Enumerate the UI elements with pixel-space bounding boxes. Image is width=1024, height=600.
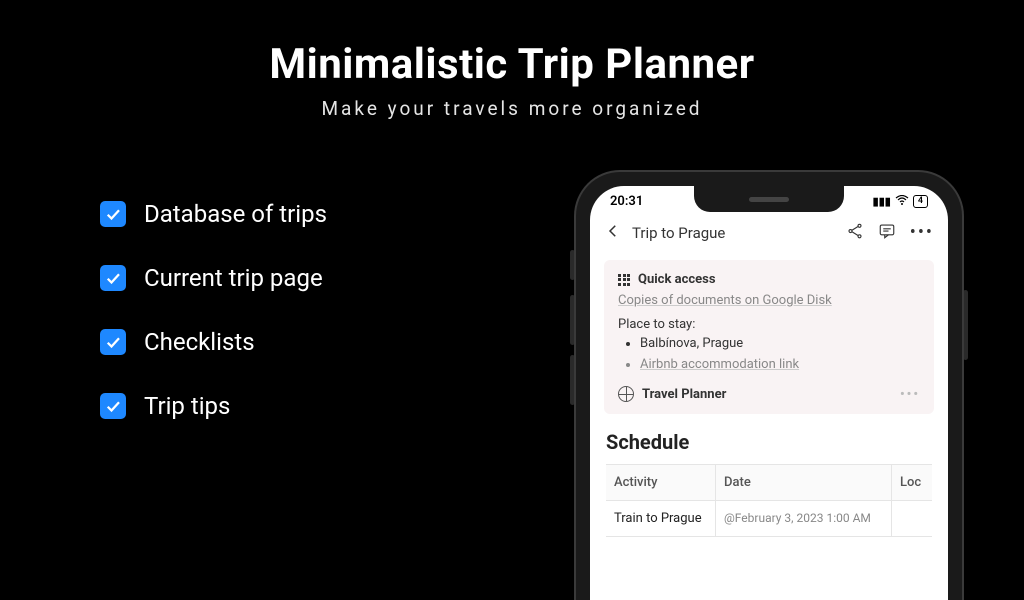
- back-icon[interactable]: [604, 222, 622, 244]
- battery-icon: 4: [913, 195, 928, 208]
- status-time: 20:31: [610, 194, 643, 209]
- schedule-heading: Schedule: [606, 430, 932, 454]
- place-label: Place to stay:: [618, 317, 920, 332]
- globe-icon: [618, 386, 634, 402]
- card-title: Quick access: [638, 272, 716, 287]
- col-date: Date: [716, 465, 892, 500]
- feature-label: Checklists: [144, 328, 255, 356]
- check-icon: [100, 329, 126, 355]
- cell-activity: Train to Prague: [606, 501, 716, 536]
- check-icon: [100, 393, 126, 419]
- signal-icon: ▮▮▮: [873, 195, 891, 208]
- table-header-row: Activity Date Loc: [606, 465, 932, 501]
- page-subtitle: Make your travels more organized: [0, 97, 1024, 120]
- feature-label: Current trip page: [144, 264, 323, 292]
- grid-icon: [618, 274, 630, 286]
- feature-item: Current trip page: [100, 264, 327, 292]
- feature-label: Trip tips: [144, 392, 230, 420]
- col-loc: Loc: [892, 465, 932, 500]
- cell-date: @February 3, 2023 1:00 AM: [716, 501, 892, 536]
- table-row[interactable]: Train to Prague @February 3, 2023 1:00 A…: [606, 501, 932, 537]
- card-footer-label: Travel Planner: [642, 387, 726, 402]
- comment-icon[interactable]: [878, 222, 896, 244]
- col-activity: Activity: [606, 465, 716, 500]
- more-icon[interactable]: •••: [900, 387, 920, 402]
- app-bar: Trip to Prague •••: [590, 216, 948, 250]
- check-icon: [100, 201, 126, 227]
- wifi-icon: [895, 195, 909, 208]
- phone-mockup: 20:31 ▮▮▮ 4 Trip to Prague •••: [574, 170, 964, 600]
- page-title: Minimalistic Trip Planner: [0, 40, 1024, 89]
- feature-item: Database of trips: [100, 200, 327, 228]
- feature-list: Database of trips Current trip page Chec…: [100, 200, 327, 420]
- feature-label: Database of trips: [144, 200, 327, 228]
- cell-loc: [892, 501, 932, 536]
- more-icon[interactable]: •••: [910, 224, 934, 242]
- share-icon[interactable]: [846, 222, 864, 244]
- feature-item: Trip tips: [100, 392, 327, 420]
- quick-access-card: Quick access Copies of documents on Goog…: [604, 260, 934, 414]
- place-item: Balbínova, Prague: [640, 336, 920, 351]
- documents-link[interactable]: Copies of documents on Google Disk: [618, 291, 920, 311]
- feature-item: Checklists: [100, 328, 327, 356]
- check-icon: [100, 265, 126, 291]
- phone-notch: [694, 186, 844, 212]
- screen-title: Trip to Prague: [632, 224, 836, 242]
- schedule-table: Activity Date Loc Train to Prague @Febru…: [606, 464, 932, 537]
- airbnb-link[interactable]: Airbnb accommodation link: [640, 355, 920, 375]
